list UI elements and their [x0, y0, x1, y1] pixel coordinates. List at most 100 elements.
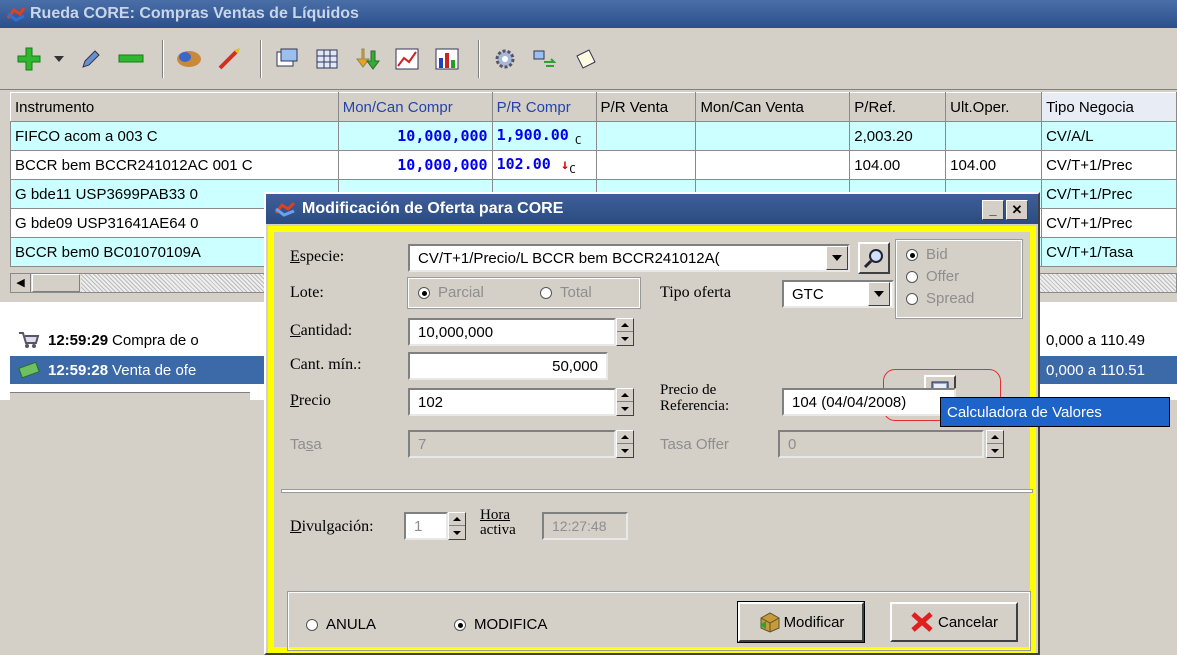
settings-gear-icon[interactable]	[488, 42, 522, 76]
cell-mon-can-venta	[695, 121, 851, 151]
calculator-grid-icon[interactable]	[310, 42, 344, 76]
cell-instrumento: BCCR bem BCCR241012AC 001 C	[10, 150, 339, 180]
table-header-row: Instrumento Mon/Can Compr P/R Compr P/R …	[10, 92, 1177, 122]
cell-tipo: CV/T+1/Prec	[1041, 150, 1177, 180]
radio-anula[interactable]: ANULA	[306, 616, 376, 633]
radio-offer[interactable]: Offer	[906, 268, 959, 285]
scroll-left-icon[interactable]: ◀	[11, 274, 31, 292]
copy-icon[interactable]	[270, 42, 304, 76]
cantidad-stepper[interactable]	[616, 318, 634, 346]
handshake-icon[interactable]	[172, 42, 206, 76]
especie-select[interactable]: CV/T+1/Precio/L BCCR bem BCCR241012A(	[408, 244, 850, 272]
radio-parcial[interactable]: Parcial	[418, 284, 484, 301]
log-text: Compra de o	[112, 331, 199, 349]
magnifier-icon	[863, 249, 883, 269]
pr-compr-sub: C	[569, 162, 576, 176]
radio-total[interactable]: Total	[540, 284, 592, 301]
box-icon	[759, 612, 780, 633]
col-header-p-ref[interactable]: P/Ref.	[849, 92, 947, 122]
line-chart-icon[interactable]	[390, 42, 424, 76]
log-tail: 0,000 a 110.51	[1046, 361, 1145, 379]
close-icon[interactable]: ✕	[1006, 200, 1028, 220]
toolbar	[0, 28, 1177, 90]
note-icon[interactable]	[568, 42, 602, 76]
tasa-label: Tasa	[290, 436, 322, 453]
precio-input[interactable]: 102	[408, 388, 616, 416]
divulgacion-stepper[interactable]	[448, 512, 466, 540]
cell-pr-venta	[595, 121, 697, 151]
cell-tipo: CV/T+1/Prec	[1041, 208, 1177, 238]
cant-min-label: Cant. mín.:	[290, 356, 362, 373]
edit-pencil-icon[interactable]	[74, 42, 108, 76]
add-icon[interactable]	[12, 42, 46, 76]
col-header-pr-venta[interactable]: P/R Venta	[595, 92, 697, 122]
red-x-icon	[911, 612, 933, 632]
modificar-button[interactable]: Modificar	[737, 601, 865, 643]
col-header-instrumento[interactable]: Instrumento	[10, 92, 339, 122]
cell-pr-compr: 1,900.00 C	[491, 121, 597, 151]
cant-min-input[interactable]: 50,000	[408, 352, 608, 380]
precio-ref-label: Precio de Referencia:	[660, 382, 730, 414]
tasa-input[interactable]: 7	[408, 430, 616, 458]
pr-compr-value: 102.00	[496, 154, 551, 173]
cell-tipo: CV/T+1/Tasa	[1041, 237, 1177, 267]
cell-ult-oper	[945, 121, 1043, 151]
log-text: Venta de ofe	[112, 361, 197, 379]
scroll-thumb[interactable]	[32, 274, 80, 292]
radio-bid[interactable]: Bid	[906, 246, 948, 263]
tasa-stepper[interactable]	[616, 430, 634, 458]
cell-mon-can-compr: 10,000,000	[337, 150, 493, 180]
cart-icon	[19, 332, 40, 348]
col-header-pr-compr[interactable]: P/R Compr	[491, 92, 597, 122]
precio-stepper[interactable]	[616, 388, 634, 416]
bar-chart-icon[interactable]	[430, 42, 464, 76]
calculator-tooltip: Calculadora de Valores	[940, 397, 1170, 427]
app-icon	[6, 7, 26, 22]
radio-modifica[interactable]: MODIFICA	[454, 616, 547, 633]
cancelar-button[interactable]: Cancelar	[890, 602, 1018, 642]
arrows-down-icon[interactable]	[350, 42, 384, 76]
toolbar-separator	[162, 39, 164, 78]
modify-offer-dialog: Modificación de Oferta para CORE _ ✕ Esp…	[264, 192, 1040, 655]
col-header-mon-can-venta[interactable]: Mon/Can Venta	[695, 92, 851, 122]
tasa-offer-label: Tasa Offer	[660, 436, 729, 453]
table-row[interactable]: FIFCO acom a 003 C 10,000,000 1,900.00 C …	[10, 121, 1177, 151]
log-time: 12:59:28	[48, 361, 109, 379]
dialog-title-bar[interactable]: Modificación de Oferta para CORE _ ✕	[266, 194, 1038, 224]
main-title: Rueda CORE: Compras Ventas de Líquidos	[30, 5, 359, 22]
radio-spread[interactable]: Spread	[906, 290, 974, 307]
transfer-icon[interactable]	[528, 42, 562, 76]
hora-activa-label: Hora activa	[480, 507, 516, 538]
cell-instrumento: FIFCO acom a 003 C	[10, 121, 339, 151]
log-tail: 0,000 a 110.49	[1046, 331, 1145, 349]
log-scroll-strip	[10, 392, 250, 400]
cantidad-label: Cantidad:	[290, 322, 353, 339]
table-row[interactable]: BCCR bem BCCR241012AC 001 C 10,000,000 1…	[10, 150, 1177, 180]
dropdown-arrow-icon[interactable]	[52, 42, 66, 76]
col-header-tipo-negocia[interactable]: Tipo Negocia	[1041, 92, 1177, 122]
minimize-icon[interactable]: _	[982, 200, 1004, 220]
divulgacion-input[interactable]: 1	[404, 512, 448, 540]
chevron-down-icon[interactable]	[868, 282, 890, 306]
divider	[281, 489, 1033, 493]
log-time: 12:59:29	[48, 331, 109, 349]
col-header-mon-can-compr[interactable]: Mon/Can Compr	[337, 92, 493, 122]
precio-ref-field: 104 (04/04/2008)	[782, 388, 956, 416]
tasa-offer-input[interactable]: 0	[778, 430, 984, 458]
pr-compr-value: 1,900.00	[496, 125, 569, 144]
app-icon	[274, 201, 296, 217]
cell-pr-compr: 102.00 ↓C	[491, 150, 597, 180]
especie-label: Especie:	[290, 248, 345, 265]
cell-p-ref: 2,003.20	[849, 121, 947, 151]
precio-label: Precio	[290, 392, 331, 409]
remove-icon[interactable]	[114, 42, 148, 76]
rocket-icon[interactable]	[212, 42, 246, 76]
cell-tipo: CV/T+1/Prec	[1041, 179, 1177, 209]
col-header-ult-oper[interactable]: Ult.Oper.	[945, 92, 1043, 122]
dialog-body: Especie: CV/T+1/Precio/L BCCR bem BCCR24…	[268, 226, 1036, 653]
cantidad-input[interactable]: 10,000,000	[408, 318, 616, 346]
divulgacion-label: Divulgación:	[290, 518, 374, 535]
tasa-offer-stepper[interactable]	[986, 430, 1004, 458]
search-button[interactable]	[858, 242, 890, 274]
chevron-down-icon[interactable]	[826, 246, 848, 270]
